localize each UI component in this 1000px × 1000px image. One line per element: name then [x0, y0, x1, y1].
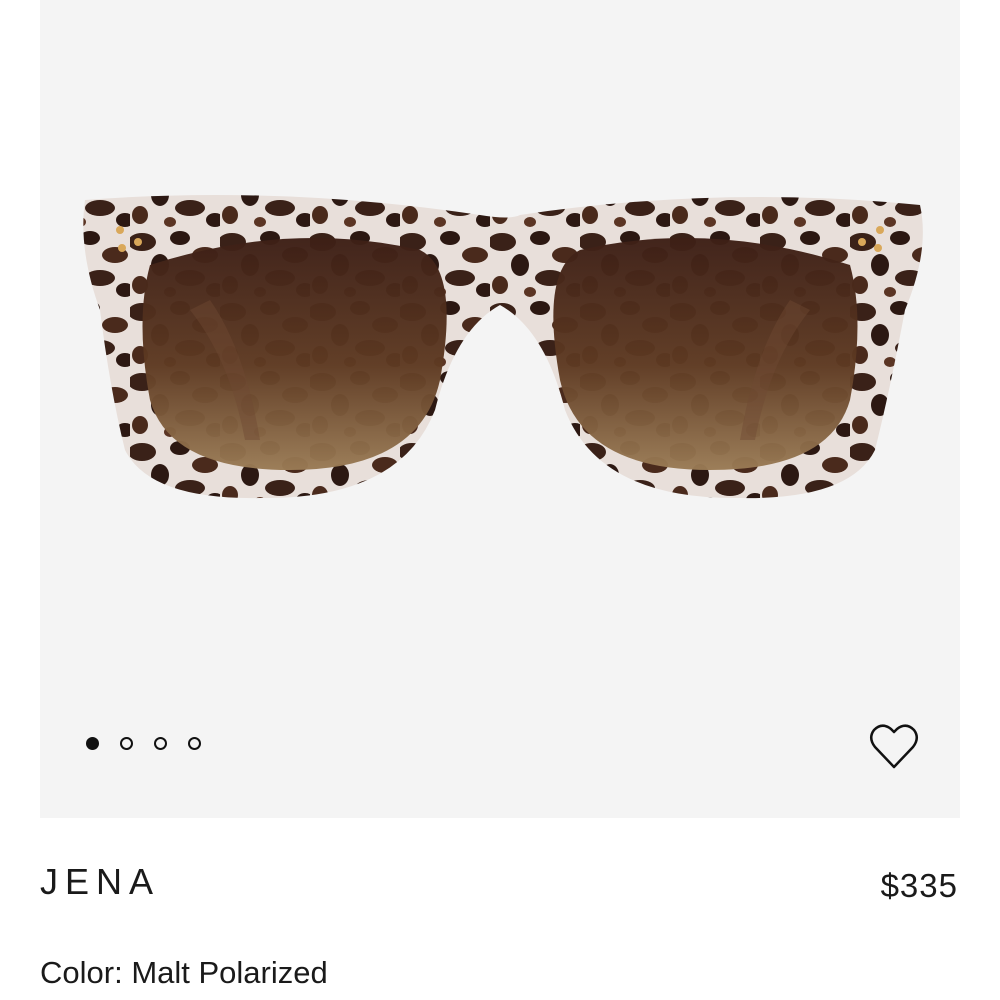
- carousel-dot-3[interactable]: [154, 737, 167, 750]
- product-image[interactable]: [40, 160, 960, 530]
- product-name: JENA: [40, 861, 161, 902]
- left-lens: [142, 238, 447, 470]
- heart-outline-icon: [870, 724, 918, 769]
- wishlist-button[interactable]: [868, 722, 920, 772]
- color-value: Malt Polarized: [131, 955, 328, 990]
- product-price: $335: [880, 867, 958, 904]
- carousel-dot-1[interactable]: [86, 737, 99, 750]
- carousel-dot-2[interactable]: [120, 737, 133, 750]
- carousel-dot-4[interactable]: [188, 737, 201, 750]
- right-lens: [553, 238, 858, 470]
- color-label: Color:: [40, 955, 123, 990]
- carousel-dots: [86, 737, 201, 750]
- product-color: Color: Malt Polarized: [40, 953, 328, 993]
- sunglasses-image: [83, 195, 923, 499]
